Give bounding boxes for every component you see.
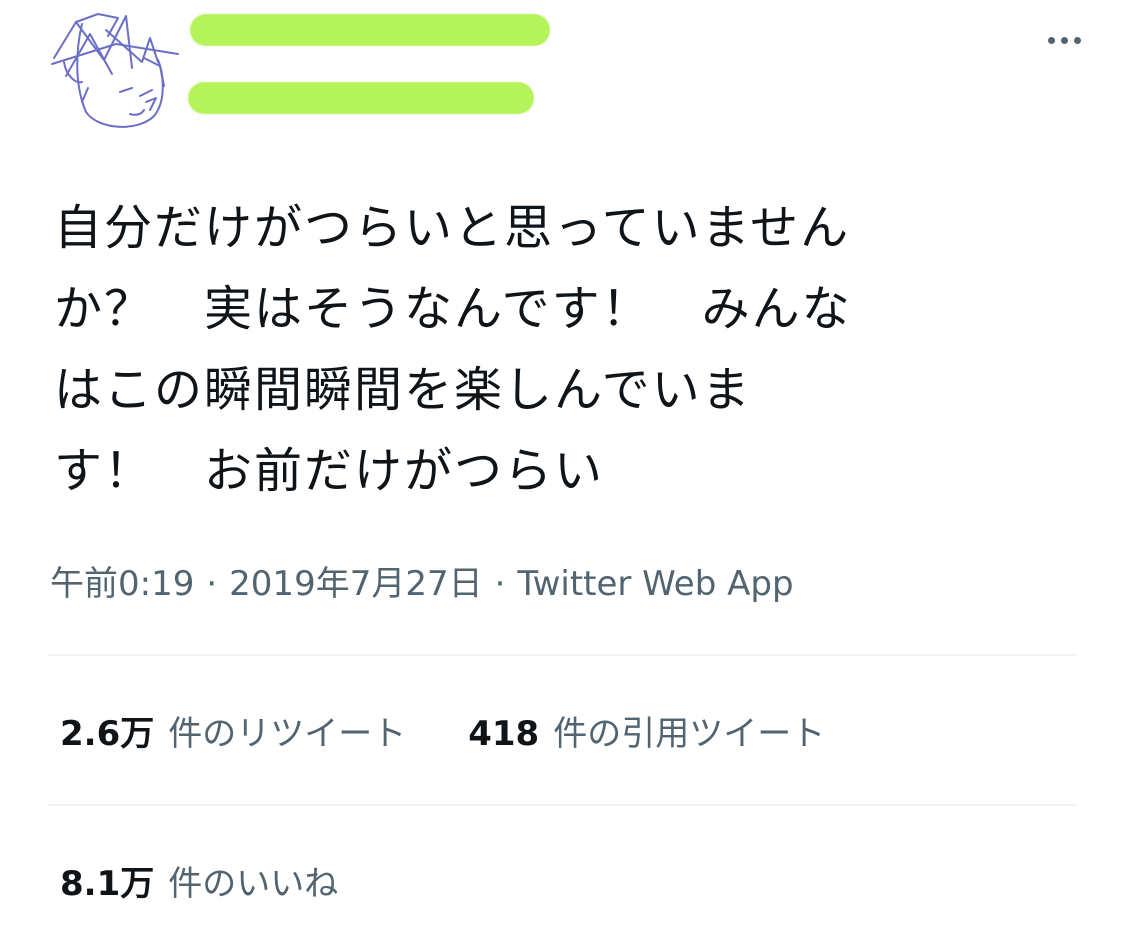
likes-label: 件のいいね <box>168 864 339 904</box>
quote-tweets-count: 418 <box>468 714 540 754</box>
redacted-display-name <box>190 14 550 46</box>
retweets-count: 2.6万 <box>60 714 155 754</box>
more-horizontal-icon <box>1047 36 1055 44</box>
quote-tweets-label: 件の引用ツイート <box>553 714 826 754</box>
more-options-button[interactable] <box>1040 26 1088 54</box>
avatar[interactable] <box>46 4 186 140</box>
tweet-time[interactable]: 午前0:19 <box>50 564 194 604</box>
engagement-stats-row: 2.6万 件のリツイート 418 件の引用ツイート <box>60 706 887 755</box>
tweet-source-link[interactable]: Twitter Web App <box>517 564 793 604</box>
tweet-date[interactable]: 2019年7月27日 <box>229 564 482 604</box>
tweet-text-line: 自分だけがつらいと思っていません <box>54 200 851 256</box>
redacted-username <box>188 82 534 114</box>
quote-tweets-stat[interactable]: 418 件の引用ツイート <box>468 706 825 755</box>
tweet-text-line: す！ お前だけがつらい <box>54 443 605 499</box>
divider <box>48 654 1076 656</box>
likes-stat[interactable]: 8.1万 件のいいね <box>60 856 338 905</box>
tweet-detail: 自分だけがつらいと思っていません か？ 実はそうなんです！ みんな はこの瞬間瞬… <box>0 0 1124 938</box>
tweet-text-line: はこの瞬間瞬間を楽しんでいま <box>54 362 752 418</box>
meta-separator: · <box>206 564 218 604</box>
retweets-stat[interactable]: 2.6万 件のリツイート <box>60 706 406 755</box>
tweet-text-line: か？ 実はそうなんです！ みんな <box>54 281 852 337</box>
likes-count: 8.1万 <box>60 864 155 904</box>
tweet-text: 自分だけがつらいと思っていません か？ 実はそうなんです！ みんな はこの瞬間瞬… <box>54 188 1054 512</box>
likes-stats-row: 8.1万 件のいいね <box>60 856 400 905</box>
retweets-label: 件のリツイート <box>168 714 407 754</box>
meta-separator: · <box>494 564 506 604</box>
tweet-metadata: 午前0:19 · 2019年7月27日 · Twitter Web App <box>50 556 794 605</box>
divider <box>48 804 1076 806</box>
